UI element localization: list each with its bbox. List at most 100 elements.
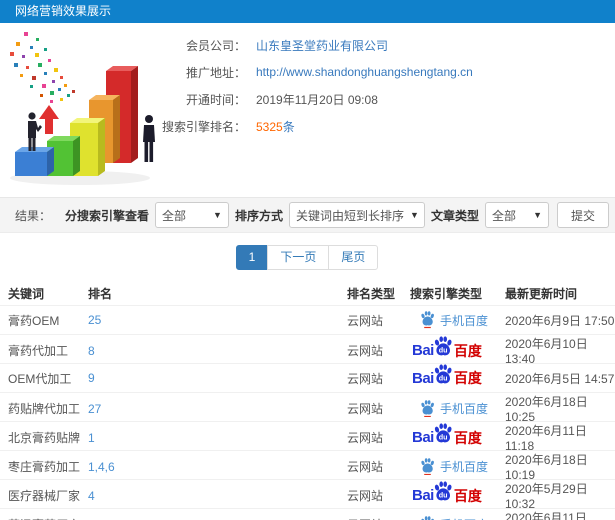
mobile-baidu-logo: 手机百度 xyxy=(420,516,488,520)
keyword-cell: 北京膏药贴牌 xyxy=(8,431,81,445)
baidu-paw-icon xyxy=(421,516,434,520)
table-row: 医疗器械厂家 4 云网站 Bai du 百度 2020年5月29日 10:32 xyxy=(0,479,615,511)
chevron-down-icon: ▼ xyxy=(533,210,542,220)
rank-cell[interactable]: 8 xyxy=(88,344,347,358)
rank-cell[interactable]: 4 xyxy=(88,489,347,503)
baidu-paw-icon xyxy=(421,311,434,329)
svg-text:du: du xyxy=(439,345,448,354)
baidu-logo: Bai du 百度 xyxy=(412,363,482,388)
col-rank-type: 排名类型 xyxy=(347,286,396,301)
results-table: 关键词 排名 排名类型 搜索引擎类型 最新更新时间 膏药OEM 25 云网站 手机百度… xyxy=(0,281,615,520)
baidu-logo-cn: 百度 xyxy=(453,429,482,446)
engine-filter-select[interactable]: 全部 ▼ xyxy=(154,202,229,228)
mobile-baidu-label: 手机百度 xyxy=(440,313,489,328)
ranking-count-suffix: 条 xyxy=(282,119,295,134)
info-section: 会员公司： 山东皇圣堂药业有限公司 推广地址： http://www.shandong… xyxy=(0,23,615,193)
updated-cell: 2020年5月29日 10:32 xyxy=(505,482,588,511)
rank-cell[interactable]: 1,4,6 xyxy=(88,460,347,474)
pagination: 1 下一页 尾页 xyxy=(0,233,615,281)
engine-cell: Bai du 百度 xyxy=(410,363,505,388)
updated-cell: 2020年6月5日 14:57 xyxy=(505,371,615,386)
rank-type-cell: 云网站 xyxy=(347,344,384,358)
chevron-down-icon: ▼ xyxy=(213,210,222,220)
info-row: 开通时间： 2019年11月20日 09:08 xyxy=(158,90,608,108)
keyword-cell: 膏药代加工 xyxy=(8,344,69,358)
baidu-paw-wrap: du xyxy=(434,481,453,504)
baidu-paw-icon: du xyxy=(434,481,452,501)
col-keyword: 关键词 xyxy=(8,286,45,301)
result-label: 结果： xyxy=(15,208,52,223)
page-title: 网络营销效果展示 xyxy=(15,4,112,18)
keyword-cell: OEM代加工 xyxy=(8,371,72,386)
info-field-label: 开通时间： xyxy=(185,92,246,107)
mobile-baidu-logo: 手机百度 xyxy=(420,400,489,418)
sort-order-label: 排序方式 xyxy=(234,208,283,223)
engine-cell: Bai du 百度 xyxy=(410,336,505,361)
rank-type-cell: 云网站 xyxy=(347,402,384,416)
table-row: 膏药代加工 8 云网站 Bai du 百度 2020年6月10日 13:40 xyxy=(0,334,615,366)
confetti-dots xyxy=(10,32,75,103)
pagination-next[interactable]: 下一页 xyxy=(267,244,330,270)
mobile-baidu-logo: 手机百度 xyxy=(420,311,489,329)
baidu-paw-icon: du xyxy=(434,423,452,443)
svg-text:du: du xyxy=(439,432,448,441)
rank-cell[interactable]: 25 xyxy=(88,313,347,327)
col-engine-type: 搜索引擎类型 xyxy=(410,286,483,301)
filter-bar: 结果： 分搜索引擎查看 全部 ▼ 排序方式 关键词由短到长排序 ▼ 文章类型 全部 ▼ 提交 xyxy=(0,197,615,233)
table-row: 药贴牌代加工 27 云网站 手机百度 2020年6月18日 10:25 xyxy=(0,392,615,424)
info-field-value: 2019年11月20日 09:08 xyxy=(256,92,378,107)
mobile-baidu-label: 手机百度 xyxy=(440,402,489,416)
updated-cell: 2020年6月18日 10:25 xyxy=(505,395,588,424)
svg-text:du: du xyxy=(439,373,448,382)
updated-cell: 2020年6月18日 10:19 xyxy=(505,453,588,482)
rank-type-cell: 云网站 xyxy=(347,489,384,503)
rank-type-cell: 云网站 xyxy=(347,460,384,474)
chevron-down-icon: ▼ xyxy=(409,210,419,220)
baidu-logo: Bai du 百度 xyxy=(412,423,482,448)
engine-filter-label: 分搜索引擎查看 xyxy=(64,208,149,223)
engine-cell: 手机百度 xyxy=(410,516,505,520)
info-field-value[interactable]: 山东皇圣堂药业有限公司 xyxy=(256,37,388,54)
table-row: 枣庄膏药加工 1,4,6 云网站 手机百度 2020年6月18日 10:19 xyxy=(0,450,615,482)
info-row: 搜索引擎排名： 5325条 xyxy=(158,117,608,135)
baidu-paw-icon: du xyxy=(434,363,452,383)
pagination-current[interactable]: 1 xyxy=(235,244,269,270)
info-row: 推广地址： http://www.shandonghuangshengtang.c… xyxy=(158,63,608,81)
table-row: 菏泽膏药厂家17云网站手机百度2020年6月11日 11:40 xyxy=(0,508,615,520)
submit-button[interactable]: 提交 xyxy=(556,202,609,228)
rank-type-cell: 云网站 xyxy=(347,313,384,328)
baidu-paw-icon xyxy=(421,400,434,418)
info-fields: 会员公司： 山东皇圣堂药业有限公司 推广地址： http://www.shandong… xyxy=(158,36,608,144)
bar-blue xyxy=(15,147,54,176)
mobile-baidu-label: 手机百度 xyxy=(440,516,488,520)
pagination-last[interactable]: 尾页 xyxy=(328,244,379,270)
mobile-baidu-icon xyxy=(420,400,435,418)
keyword-cell: 医疗器械厂家 xyxy=(8,489,81,503)
rank-type-cell: 云网站 xyxy=(347,431,384,445)
rank-cell[interactable]: 1 xyxy=(88,431,347,445)
info-row: 会员公司： 山东皇圣堂药业有限公司 xyxy=(158,36,608,54)
engine-cell: Bai du 百度 xyxy=(410,481,505,506)
keyword-cell: 药贴牌代加工 xyxy=(8,402,81,416)
mobile-baidu-icon xyxy=(420,458,435,476)
sort-order-select[interactable]: 关键词由短到长排序 ▼ xyxy=(288,202,425,228)
page: 网络营销效果展示 会员公司： 山东皇圣堂药业有限公司 推广地址： http://… xyxy=(0,0,615,520)
baidu-logo-cn: 百度 xyxy=(453,370,482,386)
article-type-label: 文章类型 xyxy=(430,208,479,223)
baidu-logo-bai: Bai xyxy=(412,487,434,504)
baidu-logo-bai: Bai xyxy=(412,429,434,446)
table-row: OEM代加工 9 云网站 Bai du 百度 2020年6月5日 14:57 xyxy=(0,363,615,392)
updated-cell: 2020年6月11日 11:18 xyxy=(505,424,587,453)
table-row: 北京膏药贴牌 1 云网站 Bai du 百度 2020年6月11日 11:18 xyxy=(0,421,615,453)
article-type-select[interactable]: 全部 ▼ xyxy=(484,202,549,228)
baidu-logo-bai: Bai xyxy=(412,369,434,387)
businessman-right xyxy=(143,115,155,162)
info-field-value[interactable]: http://www.shandonghuangshengtang.cn xyxy=(256,65,473,79)
mobile-baidu-icon xyxy=(420,311,435,329)
updated-cell: 2020年6月10日 13:40 xyxy=(505,337,588,366)
keyword-cell: 膏药OEM xyxy=(8,313,60,328)
rank-cell[interactable]: 27 xyxy=(88,402,347,416)
baidu-paw-icon: du xyxy=(434,336,452,356)
engine-cell: 手机百度 xyxy=(410,400,505,418)
rank-cell[interactable]: 9 xyxy=(88,371,347,385)
